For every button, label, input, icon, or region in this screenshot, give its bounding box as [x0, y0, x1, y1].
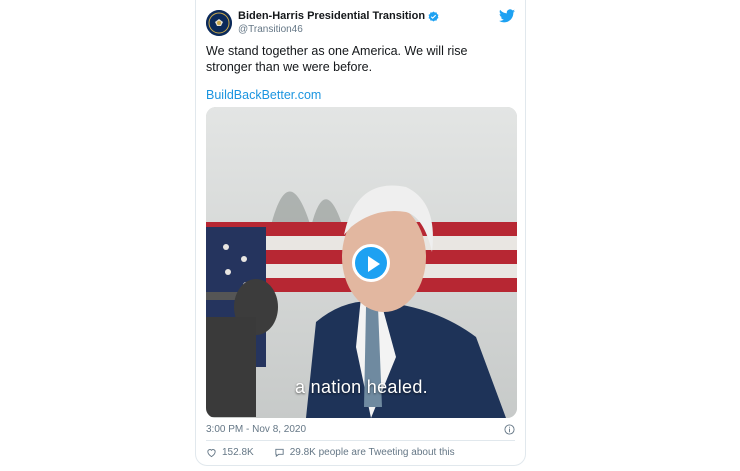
twitter-bird-icon[interactable] — [499, 9, 515, 23]
author-name[interactable]: Biden-Harris Presidential Transition — [238, 10, 439, 22]
video-player[interactable]: a nation healed. — [206, 107, 517, 418]
like-button[interactable]: 152.8K — [206, 447, 254, 458]
speech-bubble-icon — [275, 448, 284, 458]
info-icon[interactable] — [504, 424, 515, 435]
talking-count: 29.8K people are Tweeting about this — [289, 447, 455, 458]
avatar[interactable] — [206, 10, 232, 36]
author-name-text: Biden-Harris Presidential Transition — [238, 10, 426, 22]
conversation-button[interactable]: 29.8K people are Tweeting about this — [274, 447, 455, 458]
tweet-timestamp[interactable]: 3:00 PM - Nov 8, 2020 — [206, 424, 306, 435]
tweet-actions: 152.8K 29.8K people are Tweeting about t… — [206, 447, 455, 458]
play-button[interactable] — [352, 244, 390, 282]
author-handle[interactable]: @Transition46 — [238, 24, 303, 35]
tweet-link[interactable]: BuildBackBetter.com — [206, 88, 321, 102]
tweet-card: Biden-Harris Presidential Transition @Tr… — [195, 0, 526, 466]
verified-badge-icon — [428, 10, 439, 22]
video-caption: a nation healed. — [295, 377, 428, 397]
like-count: 152.8K — [222, 447, 254, 458]
divider — [206, 440, 515, 441]
tweet-text: We stand together as one America. We wil… — [206, 44, 468, 74]
heart-icon — [207, 449, 216, 458]
